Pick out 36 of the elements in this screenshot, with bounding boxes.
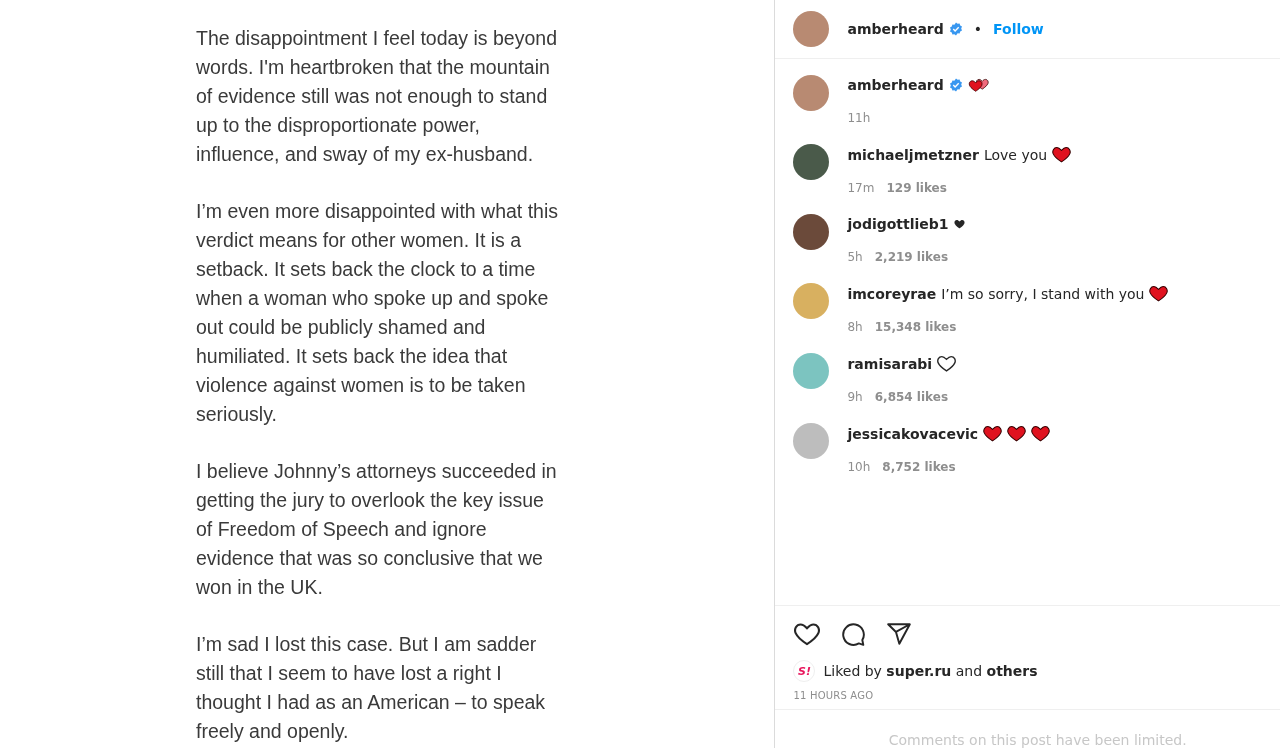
- comment-time: 11h: [847, 111, 871, 125]
- statement-paragraph: I believe Johnny’s attorneys succeeded in getting the jury to overlook the key issue of Freedom of Speech and ignore evidence that was so conclusive that we won in the UK.: [196, 459, 558, 600]
- comments-limited-notice: Comments on this post have been limited.: [887, 731, 1188, 748]
- comment-time: 5h: [847, 250, 863, 264]
- post-timestamp: 11 HOURS AGO: [775, 682, 1280, 710]
- username[interactable]: ramisarabi: [847, 355, 933, 372]
- username[interactable]: jodigottlieb1: [847, 216, 949, 232]
- like-button[interactable]: [793, 620, 822, 648]
- heart-icon: [953, 219, 965, 229]
- heart-icon: [1031, 425, 1051, 442]
- share-button[interactable]: [885, 620, 914, 648]
- separator-dot: •: [973, 21, 983, 37]
- comment-text: I’m so sorry, I stand with you: [941, 285, 1145, 302]
- statement-paragraph: I’m even more disappointed with what this verdict means for other women. It is a setback. It sets back the clock to a time when a woman who spoke up and spoke out could be publicly shamed and humiliated. It sets back the idea that violence against women is to be taken seriously.: [196, 199, 560, 427]
- avatar[interactable]: [793, 214, 830, 250]
- heart-icon: [1149, 285, 1169, 302]
- comment-time: 9h: [847, 390, 863, 404]
- username[interactable]: amberheard: [847, 21, 944, 37]
- heart-icon: [983, 425, 1003, 442]
- liked-by-text[interactable]: Liked by super.ru and others: [823, 663, 1038, 679]
- username[interactable]: amberheard: [847, 77, 944, 93]
- statement-paragraph: I’m sad I lost this case. But I am sadder still that I seem to have lost a right I thought I had as an American – to speak freely and openly.: [196, 632, 547, 744]
- statement-paragraph: The disappointment I feel today is beyond words. I'm heartbroken that the mountain of evidence still was not enough to stand up to the disproportionate power, influence, and sway of my ex-husband.: [196, 26, 558, 167]
- username[interactable]: imcoreyrae: [847, 285, 937, 302]
- comment-time: 10h: [847, 460, 871, 474]
- avatar[interactable]: [793, 144, 830, 180]
- comment-button[interactable]: [839, 620, 868, 648]
- comment-time: 17m: [847, 181, 875, 195]
- heart-icon: [1052, 146, 1072, 163]
- username[interactable]: michaeljmetzner: [847, 146, 979, 163]
- heart-icon: [1007, 425, 1027, 442]
- username[interactable]: jessicakovacevic: [847, 425, 979, 442]
- heart-outline-icon: [937, 355, 957, 372]
- two-hearts-icon: [967, 77, 989, 93]
- comment-time: 8h: [847, 320, 863, 334]
- comment-text: Love you: [983, 146, 1048, 163]
